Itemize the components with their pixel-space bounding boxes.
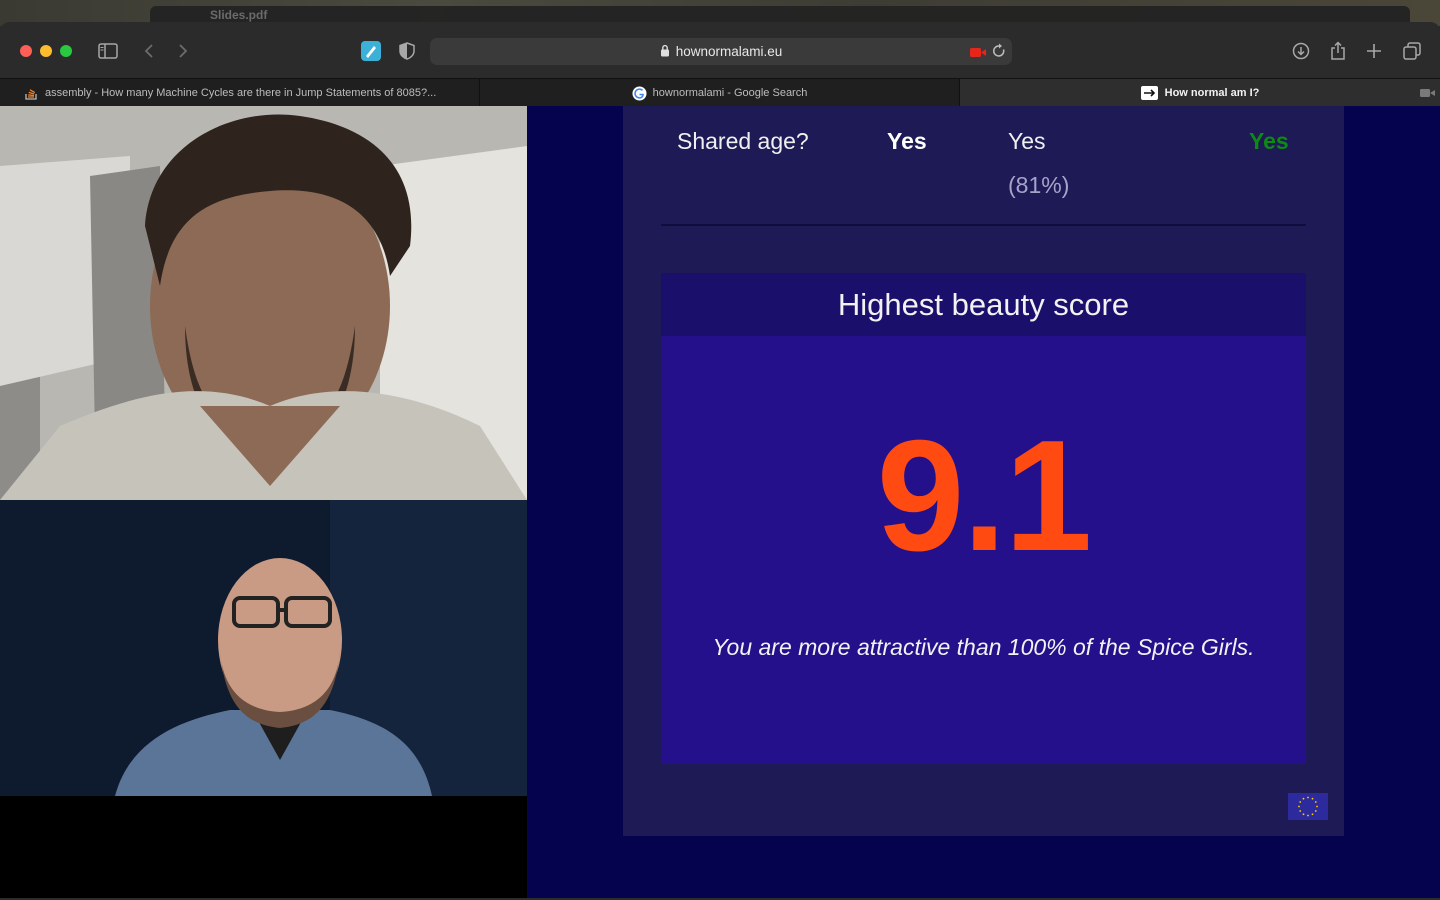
arrow-icon [1141,86,1159,101]
reload-icon[interactable] [992,43,1006,62]
tab-google-search[interactable]: hownormalami - Google Search [480,79,960,107]
tab-stackoverflow[interactable]: assembly - How many Machine Cycles are t… [0,79,480,107]
close-window-button[interactable] [20,45,32,57]
webcam-participant-bottom [0,500,527,898]
shared-age-others-percent: (81%) [1008,172,1070,198]
webcam-feed-top [0,106,527,500]
downloads-icon[interactable] [1290,38,1312,64]
lock-icon [660,44,670,60]
video-tab-icon[interactable] [1418,80,1436,106]
tab-label: hownormalami - Google Search [652,87,808,99]
address-text: hownormalami.eu [675,44,783,59]
score-card-title: Highest beauty score [661,273,1306,336]
tab-bar: assembly - How many Machine Cycles are t… [0,78,1440,107]
row-divider [661,224,1306,226]
google-icon [632,85,647,101]
results-panel: Shared age? Yes Yes (81%) Yes Highest be… [623,106,1344,836]
tab-how-normal-am-i[interactable]: How normal am I? [960,79,1440,107]
privacy-shield-icon[interactable] [396,38,418,64]
score-card: 9.1 You are more attractive than 100% of… [661,336,1306,764]
browser-toolbar: hownormalami.eu [0,22,1440,78]
new-tab-icon[interactable] [1364,38,1384,64]
tab-label: assembly - How many Machine Cycles are t… [45,87,437,99]
eu-flag-icon [1288,793,1328,820]
browser-window: hownormalami.eu assembly - How many Mach… [0,22,1440,898]
shared-age-result: Yes [1249,128,1289,154]
extension-icon[interactable] [360,38,382,64]
tab-overview-icon[interactable] [1401,38,1423,64]
stackoverflow-icon [24,86,39,101]
sidebar-toggle-icon[interactable] [96,38,120,64]
score-message: You are more attractive than 100% of the… [712,634,1255,660]
camera-recording-icon[interactable] [970,46,986,61]
minimize-window-button[interactable] [40,45,52,57]
share-icon[interactable] [1327,38,1349,64]
maximize-window-button[interactable] [60,45,72,57]
tab-label: How normal am I? [1164,87,1260,99]
background-window-title: Slides.pdf [210,8,268,22]
forward-icon[interactable] [174,38,192,64]
shared-age-your-answer: Yes [887,128,927,154]
shared-age-others-answer: Yes [1008,128,1046,154]
beauty-score-value: 9.1 [876,408,1093,584]
webcam-feed-bottom [0,500,527,898]
shared-age-label: Shared age? [677,128,809,154]
address-bar[interactable]: hownormalami.eu [430,38,1012,65]
webcam-participant-top [0,106,527,500]
page-content: Shared age? Yes Yes (81%) Yes Highest be… [0,106,1440,898]
back-icon[interactable] [140,38,158,64]
